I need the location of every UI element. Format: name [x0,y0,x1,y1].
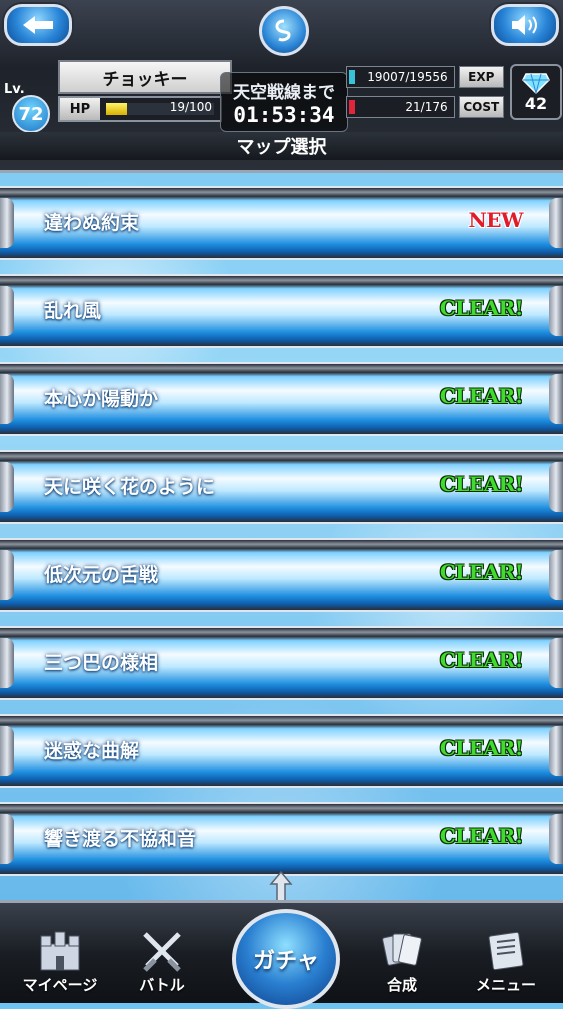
item-cap-left [0,286,14,336]
map-item[interactable]: 迷惑な曲解 CLEAR! [0,714,563,788]
map-item[interactable]: 響き渡る不協和音 CLEAR! [0,802,563,876]
header: チョッキー Lv. 72 HP 19/100 天空戦線まで 01:53:34 1… [0,0,563,173]
nav-menu[interactable]: メニュー [456,921,556,1001]
map-title: 低次元の舌戦 [44,564,159,586]
exp-marker [349,70,355,84]
exp-label: EXP [458,66,504,88]
level-badge: 72 [12,95,50,133]
item-cap-right [549,550,563,600]
nav-battle[interactable]: バトル [112,921,212,1001]
timer-value: 01:53:34 [233,102,335,127]
map-item[interactable]: 乱れ風 CLEAR! [0,274,563,348]
bottom-nav: マイページ バトル ガチャ 合成 メニュー [0,900,563,1009]
item-cap-left [0,462,14,512]
clear-badge: CLEAR! [439,648,524,672]
clear-badge: CLEAR! [439,824,524,848]
clear-badge: CLEAR! [439,472,524,496]
castle-icon [35,928,85,974]
map-item[interactable]: 低次元の舌戦 CLEAR! [0,538,563,612]
item-cap-right [549,286,563,336]
clear-badge: CLEAR! [439,736,524,760]
page-title: マップ選択 [0,132,563,160]
item-cap-right [549,374,563,424]
item-cap-right [549,198,563,248]
item-cap-left [0,726,14,776]
nav-battle-label: バトル [139,976,185,994]
hp-bar: HP 19/100 [58,96,222,122]
map-title: 違わぬ約束 [44,212,140,234]
gem-count: 42 [524,93,548,113]
item-cap-right [549,462,563,512]
map-title: 三つ巴の様相 [44,652,159,674]
map-title: 乱れ風 [44,300,102,322]
nav-mypage[interactable]: マイページ [10,921,110,1001]
timer-label: 天空戦線まで [233,82,335,103]
emblem-icon [259,6,309,56]
cost-value: 21/176 [405,100,448,114]
map-item[interactable]: 三つ巴の様相 CLEAR! [0,626,563,700]
map-title: 本心か陽動か [44,388,159,410]
level-label: Lv. [4,82,25,97]
cost-marker [349,100,355,114]
hp-gauge-fill [106,103,127,115]
map-item[interactable]: 違わぬ約束 NEW [0,186,563,260]
map-item[interactable]: 天に咲く花のように CLEAR! [0,450,563,524]
exp-row: 19007/19556 EXP [346,66,504,88]
item-cap-right [549,638,563,688]
sound-button[interactable] [491,4,559,46]
clear-badge: CLEAR! [439,384,524,408]
nav-fusion-label: 合成 [386,976,417,994]
book-icon [481,928,531,974]
clear-badge: CLEAR! [439,296,524,320]
hp-label: HP [60,98,100,120]
cost-value-box: 21/176 [346,96,455,118]
gacha-label: ガチャ [253,949,319,974]
map-title: 天に咲く花のように [44,476,216,498]
swords-icon [137,928,187,974]
back-arrow-icon [23,16,53,34]
exp-value-box: 19007/19556 [346,66,455,88]
map-title: 迷惑な曲解 [44,740,140,762]
diamond-icon [522,72,550,94]
nav-fusion[interactable]: 合成 [352,921,452,1001]
nav-menu-label: メニュー [475,976,536,994]
item-cap-left [0,814,14,864]
event-timer[interactable]: 天空戦線まで 01:53:34 [220,72,348,132]
cards-icon [377,928,427,974]
gem-counter[interactable]: 42 [510,64,562,120]
clear-badge: CLEAR! [439,560,524,584]
exp-value: 19007/19556 [367,70,448,84]
item-cap-left [0,198,14,248]
map-item[interactable]: 本心か陽動か CLEAR! [0,362,563,436]
nav-mypage-label: マイページ [22,976,98,994]
item-cap-left [0,638,14,688]
item-cap-left [0,550,14,600]
item-cap-right [549,726,563,776]
gacha-button[interactable]: ガチャ [232,909,340,1009]
item-cap-left [0,374,14,424]
map-title: 響き渡る不協和音 [44,828,197,850]
item-cap-right [549,814,563,864]
hp-value: 19/100 [169,100,212,114]
back-button[interactable] [4,4,72,46]
speaker-icon [512,15,537,35]
cost-row: 21/176 COST [346,96,504,118]
new-badge: NEW [468,208,524,232]
cost-label: COST [458,96,504,118]
player-name: チョッキー [58,60,232,94]
